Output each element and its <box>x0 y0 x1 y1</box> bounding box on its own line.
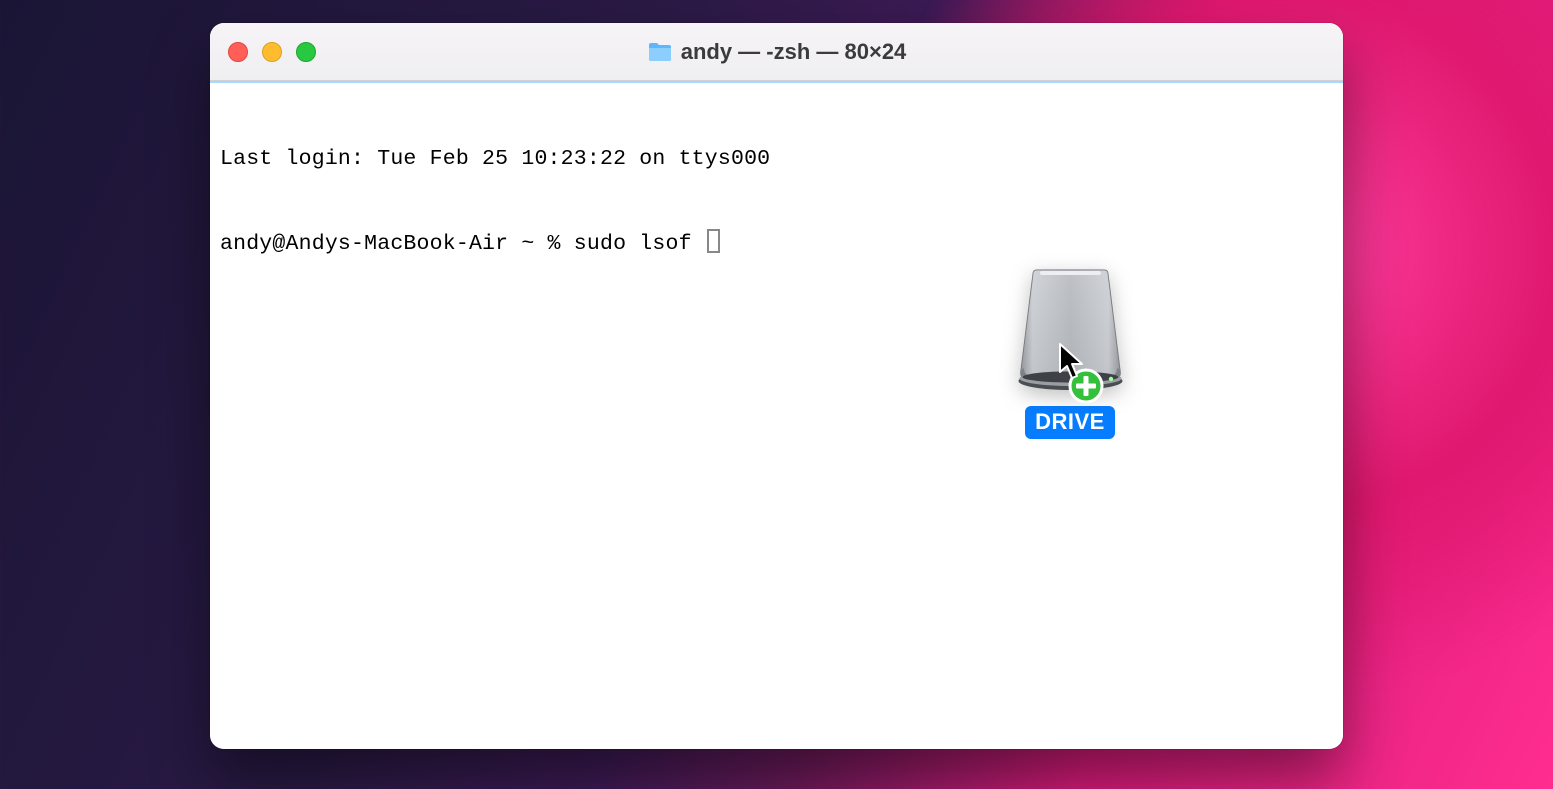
minimize-button[interactable] <box>262 42 282 62</box>
terminal-content[interactable]: Last login: Tue Feb 25 10:23:22 on ttys0… <box>210 81 1343 749</box>
titlebar[interactable]: andy — -zsh — 80×24 <box>210 23 1343 81</box>
terminal-window[interactable]: andy — -zsh — 80×24 Last login: Tue Feb … <box>210 23 1343 749</box>
close-button[interactable] <box>228 42 248 62</box>
terminal-line-last-login: Last login: Tue Feb 25 10:23:22 on ttys0… <box>220 145 1333 173</box>
window-title: andy — -zsh — 80×24 <box>681 39 907 65</box>
terminal-cursor <box>707 229 720 253</box>
folder-icon <box>647 41 673 63</box>
fullscreen-button[interactable] <box>296 42 316 62</box>
terminal-command: sudo lsof <box>574 232 705 256</box>
terminal-prompt: andy@Andys-MacBook-Air ~ % <box>220 232 574 256</box>
